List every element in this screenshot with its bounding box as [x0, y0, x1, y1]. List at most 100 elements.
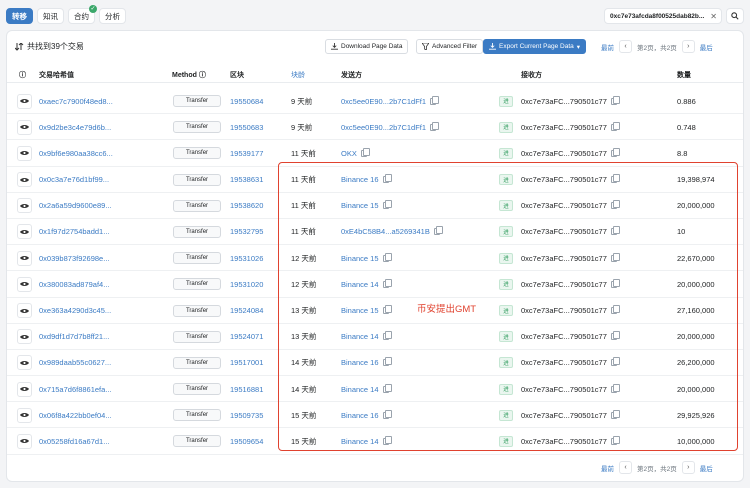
tx-hash-link[interactable]: 0xaec7c7900f48ed8... — [39, 88, 113, 114]
tx-hash-link[interactable]: 0xe363a4290d3c45... — [39, 298, 111, 324]
from-address-link[interactable]: Binance 16 — [341, 411, 379, 420]
copy-icon[interactable] — [610, 200, 620, 210]
copy-icon[interactable] — [610, 305, 620, 314]
block-link[interactable]: 19550684 — [230, 88, 263, 114]
tx-hash-link[interactable]: 0x0c3a7e76d1bf99... — [39, 167, 109, 193]
copy-icon[interactable] — [382, 174, 392, 184]
copy-icon[interactable] — [610, 147, 620, 157]
next-page-button[interactable]: › — [681, 461, 695, 474]
block-link[interactable]: 19532795 — [230, 219, 263, 245]
view-details-button[interactable] — [17, 303, 32, 318]
copy-icon[interactable] — [382, 409, 392, 419]
view-details-button[interactable] — [17, 224, 32, 240]
close-icon[interactable]: ✕ — [710, 12, 717, 21]
prev-page-button[interactable]: ‹ — [619, 461, 632, 474]
tx-hash-link[interactable]: 0x039b873f92698e... — [39, 245, 109, 271]
from-address-link[interactable]: 0xc5ee0E90...2b7C1dFf1 — [341, 123, 426, 132]
copy-icon[interactable] — [610, 252, 620, 262]
tx-hash-link[interactable]: 0x380083ad879af4... — [39, 271, 109, 297]
block-link[interactable]: 19539177 — [230, 140, 263, 166]
copy-icon[interactable] — [610, 226, 620, 236]
tab-info[interactable]: 知讯 — [37, 8, 64, 24]
first-page-link[interactable]: 最前 — [599, 42, 616, 52]
from-address-link[interactable]: Binance 16 — [341, 358, 379, 367]
block-link[interactable]: 19550683 — [230, 114, 263, 140]
copy-icon[interactable] — [382, 383, 392, 393]
view-details-button[interactable] — [17, 433, 32, 449]
copy-icon[interactable] — [610, 409, 620, 419]
tx-hash-link[interactable]: 0x1f97d2754badd1... — [39, 219, 109, 245]
last-page-link[interactable]: 最后 — [698, 42, 715, 52]
tx-hash-link[interactable]: 0x9d2be3c4e79d6b... — [39, 114, 111, 140]
from-address-link[interactable]: OKX — [341, 149, 357, 158]
view-details-button[interactable] — [17, 119, 32, 135]
view-details-button[interactable] — [17, 93, 32, 109]
from-address-link[interactable]: Binance 15 — [341, 254, 379, 263]
block-link[interactable]: 19509735 — [230, 402, 263, 428]
from-address-link[interactable]: Binance 14 — [341, 332, 379, 341]
next-page-button[interactable]: › — [681, 40, 695, 53]
copy-icon[interactable] — [610, 435, 620, 445]
block-link[interactable]: 19524084 — [230, 298, 263, 324]
view-details-button[interactable] — [17, 172, 32, 188]
copy-icon[interactable] — [382, 435, 392, 445]
copy-icon[interactable] — [382, 331, 392, 341]
copy-icon[interactable] — [610, 95, 620, 105]
from-address-link[interactable]: Binance 15 — [341, 201, 379, 210]
search-button[interactable] — [726, 8, 744, 24]
tab-transfers[interactable]: 转移 — [6, 8, 33, 24]
tx-hash-link[interactable]: 0xd9df1d7d7b8ff21... — [39, 324, 109, 350]
from-address-link[interactable]: 0xE4bC58B4...a5269341B — [341, 227, 430, 236]
from-address-link[interactable]: Binance 15 — [341, 306, 379, 315]
tx-hash-link[interactable]: 0x06f8a422bb0ef04... — [39, 402, 112, 428]
copy-icon[interactable] — [610, 331, 620, 341]
copy-icon[interactable] — [610, 357, 620, 367]
download-page-data-button[interactable]: Download Page Data — [325, 39, 409, 54]
view-details-button[interactable] — [17, 381, 32, 397]
copy-icon[interactable] — [610, 383, 620, 393]
block-link[interactable]: 19538631 — [230, 167, 263, 193]
copy-icon[interactable] — [610, 121, 620, 131]
block-link[interactable]: 19509654 — [230, 428, 263, 454]
tx-hash-link[interactable]: 0x9bf6e980aa38cc6... — [39, 140, 113, 166]
copy-icon[interactable] — [382, 357, 392, 367]
from-address-link[interactable]: Binance 14 — [341, 437, 379, 446]
advanced-filter-button[interactable]: Advanced Filter — [416, 39, 484, 54]
col-age[interactable]: 块龄 — [291, 70, 305, 80]
block-link[interactable]: 19531020 — [230, 271, 263, 297]
copy-icon[interactable] — [610, 278, 620, 288]
copy-icon[interactable] — [382, 305, 392, 314]
tx-hash-link[interactable]: 0x989daab55c0627... — [39, 350, 111, 376]
tx-hash-link[interactable]: 0x05258fd16a67d1... — [39, 428, 109, 454]
last-page-link[interactable]: 最后 — [698, 463, 715, 473]
copy-icon[interactable] — [382, 252, 392, 262]
view-details-button[interactable] — [17, 198, 32, 214]
tx-hash-link[interactable]: 0x2a6a59d9600e89... — [39, 193, 112, 219]
from-address-link[interactable]: Binance 14 — [341, 385, 379, 394]
copy-icon[interactable] — [360, 147, 370, 157]
view-details-button[interactable] — [17, 407, 32, 423]
from-address-link[interactable]: Binance 14 — [341, 280, 379, 289]
from-address-link[interactable]: 0xc5ee0E90...2b7C1dFf1 — [341, 97, 426, 106]
block-link[interactable]: 19524071 — [230, 324, 263, 350]
view-details-button[interactable] — [17, 250, 32, 266]
export-current-page-data-button[interactable]: Export Current Page Data ▾ — [483, 39, 587, 54]
copy-icon[interactable] — [430, 95, 440, 105]
view-details-button[interactable] — [17, 145, 32, 161]
block-link[interactable]: 19531026 — [230, 245, 263, 271]
copy-icon[interactable] — [430, 121, 440, 131]
address-filter-chip[interactable]: 0xc7e73afcda8f00525dab82b... ✕ — [604, 8, 722, 24]
copy-icon[interactable] — [433, 226, 443, 236]
from-address-link[interactable]: Binance 16 — [341, 175, 379, 184]
tx-hash-link[interactable]: 0x715a7d6f8861efa... — [39, 376, 112, 402]
tab-analytics[interactable]: 分析 — [99, 8, 126, 24]
block-link[interactable]: 19538620 — [230, 193, 263, 219]
copy-icon[interactable] — [382, 278, 392, 288]
block-link[interactable]: 19516881 — [230, 376, 263, 402]
copy-icon[interactable] — [610, 174, 620, 184]
tab-contract[interactable]: 合约 ✓ — [68, 5, 97, 24]
first-page-link[interactable]: 最前 — [599, 463, 616, 473]
view-details-button[interactable] — [17, 329, 32, 345]
block-link[interactable]: 19517001 — [230, 350, 263, 376]
copy-icon[interactable] — [382, 200, 392, 210]
